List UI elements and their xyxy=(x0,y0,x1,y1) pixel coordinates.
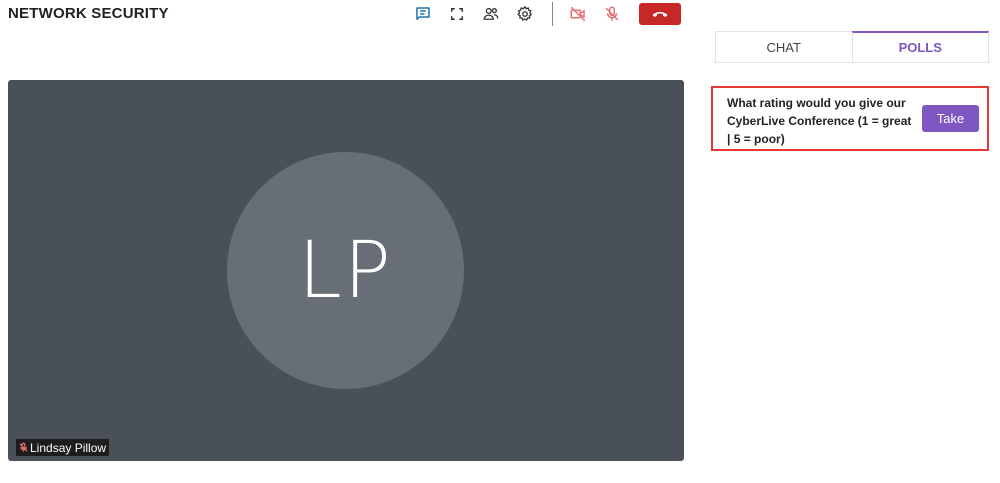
poll-card: What rating would you give our CyberLive… xyxy=(711,86,989,151)
fullscreen-icon[interactable] xyxy=(447,4,467,24)
participant-name-tag: Lindsay Pillow xyxy=(16,439,110,456)
sidebar-tabs: CHAT POLLS xyxy=(715,31,989,63)
avatar-initials: LP xyxy=(298,225,393,316)
participants-icon[interactable] xyxy=(481,4,501,24)
end-call-button[interactable] xyxy=(639,3,681,25)
end-call-icon xyxy=(652,11,668,17)
page-title: NETWORK SECURITY xyxy=(8,5,169,22)
settings-icon[interactable] xyxy=(515,4,535,24)
take-poll-button[interactable]: Take xyxy=(922,105,979,132)
tab-polls[interactable]: POLLS xyxy=(851,31,989,63)
tab-chat[interactable]: CHAT xyxy=(715,31,852,63)
poll-question: What rating would you give our CyberLive… xyxy=(727,96,912,146)
chat-icon[interactable] xyxy=(413,4,433,24)
camera-off-icon[interactable] xyxy=(568,4,588,24)
avatar: LP xyxy=(227,152,464,389)
toolbar-divider xyxy=(552,2,553,26)
mic-off-icon xyxy=(19,442,28,452)
conference-window: NETWORK SECURITY LP Lindsay Pillow CHAT … xyxy=(0,0,1000,483)
participant-name: Lindsay Pillow xyxy=(30,440,107,455)
mic-off-icon[interactable] xyxy=(602,4,622,24)
video-panel: LP Lindsay Pillow xyxy=(8,80,684,461)
